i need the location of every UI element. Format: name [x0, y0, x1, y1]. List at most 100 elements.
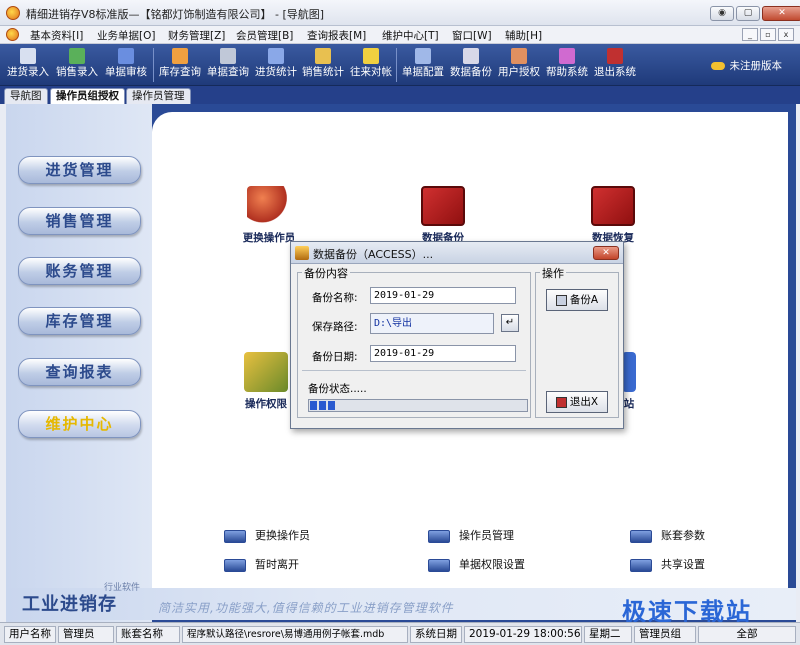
tab-navigation-map[interactable]: 导航图 [4, 88, 48, 104]
permission-key-icon [244, 352, 288, 392]
data-restore-tile[interactable]: 数据恢复 [588, 186, 638, 245]
window-title: 精细进销存V8标准版—【铭都灯饰制造有限公司】 - [导航图] [26, 8, 325, 21]
unregistered-label[interactable]: 未注册版本 [710, 58, 782, 73]
window-icon [224, 529, 246, 543]
key-icon [710, 62, 725, 70]
mdi-close-button[interactable]: x [778, 28, 794, 41]
toolbar-separator [396, 48, 397, 82]
save-path-label: 保存路径: [312, 321, 358, 333]
menu-maintenance[interactable]: 维护中心[T] [382, 28, 439, 43]
brand-slogan: 简洁实用,功能强大,值得信赖的工业进销存管理软件 [158, 601, 454, 615]
dialog-title-bar[interactable]: 数据备份（ACCESS）... ✕ [291, 242, 623, 264]
menu-app-icon[interactable] [6, 28, 19, 41]
brand-name: 工业进销存 [22, 594, 117, 615]
actions-label: 操作 [540, 265, 566, 281]
exchange-icon [363, 48, 379, 64]
sales-icon [69, 48, 85, 64]
restore-check-icon [591, 186, 635, 226]
backup-progress-bar [308, 399, 528, 412]
check-icon [118, 48, 134, 64]
data-backup-button[interactable]: 数据备份 [448, 46, 494, 84]
config-icon [415, 48, 431, 64]
app-logo-icon [6, 6, 20, 20]
window-icon [224, 558, 246, 572]
operation-permission-tile[interactable]: 操作权限 [240, 352, 292, 411]
backup-date-input[interactable]: 2019-01-29 [370, 345, 516, 362]
status-date-label: 系统日期 [410, 626, 462, 643]
backup-name-label: 备份名称: [312, 292, 358, 304]
help-book-icon [559, 48, 575, 64]
window-icon [630, 558, 652, 572]
document-icon [220, 48, 236, 64]
exit-door-icon [555, 396, 567, 408]
doc-query-button[interactable]: 单据查询 [205, 46, 251, 84]
mdi-minimize-button[interactable]: _ [742, 28, 758, 41]
sales-stats-button[interactable]: 销售统计 [300, 46, 346, 84]
floppy-icon [555, 294, 567, 306]
status-weekday: 星期二 [584, 626, 632, 643]
link-temporary-leave[interactable]: 暂时离开 [224, 556, 299, 572]
nav-sales-management[interactable]: 销售管理 [18, 207, 141, 235]
status-user-label: 用户名称 [4, 626, 56, 643]
status-user-value: 管理员 [58, 626, 114, 643]
purchase-stats-button[interactable]: 进货统计 [253, 46, 299, 84]
menu-reports[interactable]: 查询报表[M] [307, 28, 366, 43]
menu-finance[interactable]: 财务管理[Z] [168, 28, 225, 43]
link-account-params[interactable]: 账套参数 [630, 527, 705, 543]
doc-audit-button[interactable]: 单据审核 [103, 46, 149, 84]
data-backup-tile[interactable]: 数据备份 [418, 186, 468, 245]
nav-query-reports[interactable]: 查询报表 [18, 358, 141, 386]
nav-accounts-management[interactable]: 账务管理 [18, 257, 141, 285]
toolbar-separator [153, 48, 154, 82]
window-icon [428, 529, 450, 543]
actions-group: 操作 备份A 退出X [535, 265, 619, 418]
dialog-close-button[interactable]: ✕ [593, 246, 619, 260]
menu-window[interactable]: 窗口[W] [452, 28, 492, 43]
save-icon [20, 48, 36, 64]
tab-operator-group-auth[interactable]: 操作员组授权 [50, 88, 125, 104]
doc-config-button[interactable]: 单据配置 [400, 46, 446, 84]
exit-system-button[interactable]: 退出系统 [592, 46, 638, 84]
exit-button[interactable]: 退出X [546, 391, 608, 413]
link-operator-management[interactable]: 操作员管理 [428, 527, 514, 543]
link-change-operator[interactable]: 更换操作员 [224, 527, 310, 543]
close-button[interactable]: ✕ [762, 6, 800, 21]
nav-maintenance-center[interactable]: 维护中心 [18, 410, 141, 438]
menu-business-docs[interactable]: 业务单据[O] [97, 28, 155, 43]
backup-content-label: 备份内容 [302, 265, 350, 281]
exit-icon [607, 48, 623, 64]
backup-button[interactable]: 备份A [546, 289, 608, 311]
save-path-input[interactable]: D:\导出 [370, 313, 494, 334]
menu-bar: 基本资料[I] 业务单据[O] 财务管理[Z] 会员管理[B] 查询报表[M] … [0, 26, 800, 44]
mdi-restore-button[interactable]: ▫ [760, 28, 776, 41]
link-doc-permission-settings[interactable]: 单据权限设置 [428, 556, 525, 572]
window-icon [428, 558, 450, 572]
data-backup-dialog: 数据备份（ACCESS）... ✕ 备份内容 备份名称: 2019-01-29 … [290, 241, 624, 429]
menu-basic-data[interactable]: 基本资料[I] [30, 28, 83, 43]
backup-icon [463, 48, 479, 64]
menu-members[interactable]: 会员管理[B] [236, 28, 293, 43]
nav-purchase-management[interactable]: 进货管理 [18, 156, 141, 184]
change-operator-tile[interactable]: 更换操作员 [238, 186, 300, 245]
browse-folder-button[interactable]: ↵ [501, 314, 519, 332]
menu-help[interactable]: 辅助[H] [505, 28, 542, 43]
link-share-settings[interactable]: 共享设置 [630, 556, 705, 572]
backup-name-input[interactable]: 2019-01-29 [370, 287, 516, 304]
purchase-entry-button[interactable]: 进货录入 [6, 46, 50, 84]
status-datetime: 2019-01-29 18:00:56 [464, 626, 582, 643]
stock-query-button[interactable]: 库存查询 [157, 46, 203, 84]
sales-entry-button[interactable]: 销售录入 [54, 46, 100, 84]
user-auth-button[interactable]: 用户授权 [496, 46, 542, 84]
status-account-path: 程序默认路径\resrore\易博通用例子帐套.mdb [182, 626, 408, 643]
reconcile-button[interactable]: 往来对帐 [348, 46, 394, 84]
backup-content-group: 备份内容 备份名称: 2019-01-29 保存路径: D:\导出 ↵ 备份日期… [297, 265, 531, 418]
nav-inventory-management[interactable]: 库存管理 [18, 307, 141, 335]
backup-status-label: 备份状态..... [308, 383, 367, 395]
help-system-button[interactable]: 帮助系统 [544, 46, 590, 84]
tab-operator-management[interactable]: 操作员管理 [126, 88, 191, 104]
maximize-button[interactable]: ▢ [736, 6, 760, 21]
operators-icon [247, 186, 291, 226]
minimize-button[interactable]: ◉ [710, 6, 734, 21]
dialog-title: 数据备份（ACCESS）... [313, 248, 434, 261]
stats-icon [268, 48, 284, 64]
